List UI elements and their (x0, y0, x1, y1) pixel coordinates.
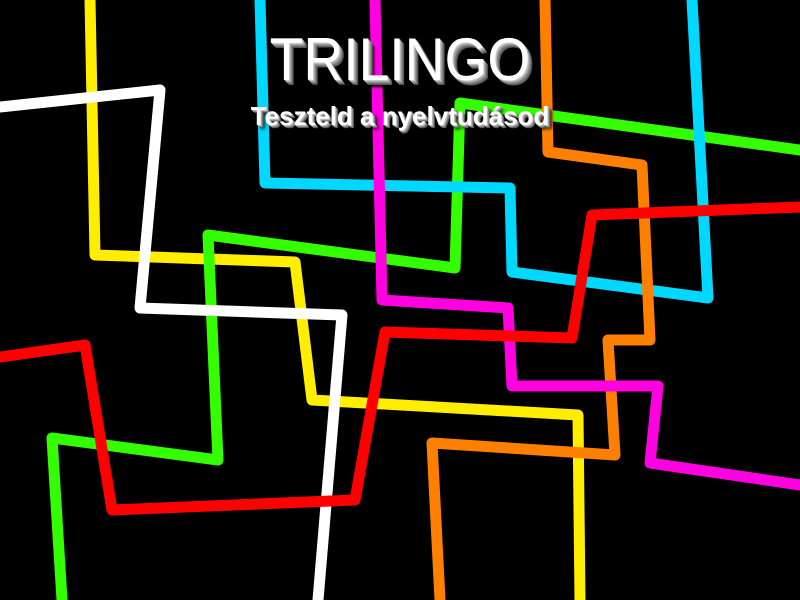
game-subtitle: Teszteld a nyelvtudásod (250, 101, 550, 131)
title-screen: TRILINGO Teszteld a nyelvtudásod (0, 0, 800, 600)
game-title: TRILINGO (269, 26, 531, 93)
green-line-right (46, 97, 800, 600)
